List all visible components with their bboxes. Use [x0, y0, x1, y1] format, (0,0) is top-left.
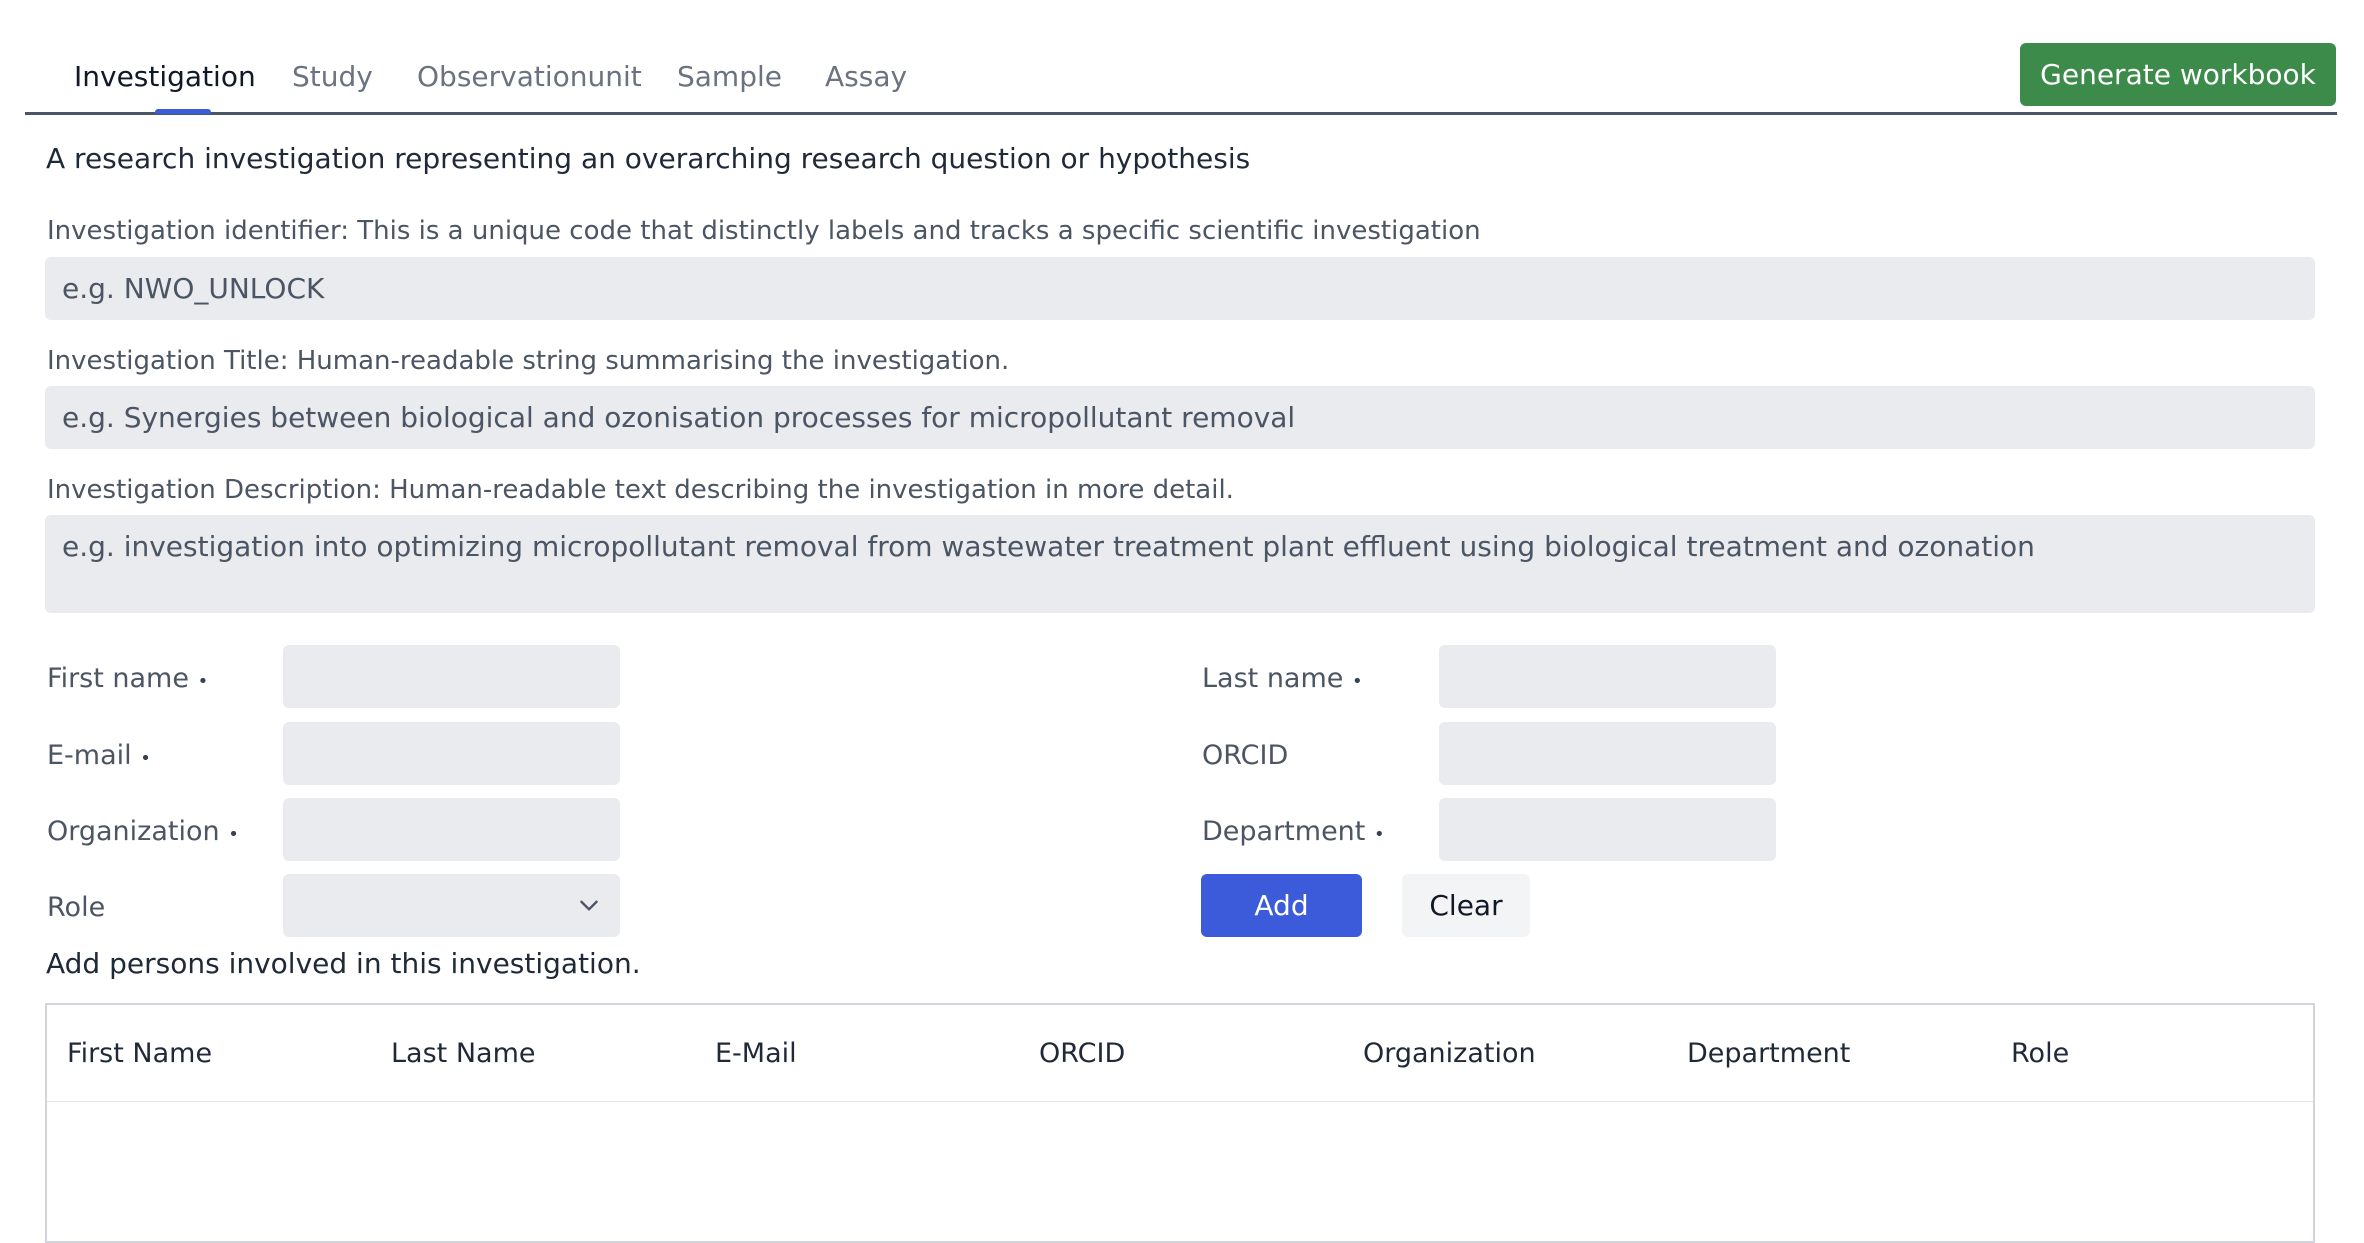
- first-name-label-text: First name: [47, 663, 189, 694]
- investigation-title-label: Investigation Title: Human-readable stri…: [47, 346, 1010, 376]
- chevron-down-icon: [580, 900, 598, 911]
- active-tab-indicator: [155, 109, 211, 114]
- investigation-description-label: Investigation Description: Human-readabl…: [47, 475, 1234, 505]
- persons-table-header: First Name Last Name E-Mail ORCID Organi…: [47, 1005, 2313, 1102]
- tab-study[interactable]: Study: [292, 60, 373, 93]
- last-name-input[interactable]: [1439, 645, 1776, 708]
- column-role[interactable]: Role: [2011, 1038, 2069, 1069]
- column-organization[interactable]: Organization: [1363, 1038, 1536, 1069]
- tab-bar: Investigation Study Observationunit Samp…: [25, 40, 2337, 115]
- column-department[interactable]: Department: [1687, 1038, 1850, 1069]
- column-email[interactable]: E-Mail: [715, 1038, 797, 1069]
- tab-observationunit[interactable]: Observationunit: [417, 60, 642, 93]
- tab-sample[interactable]: Sample: [677, 60, 782, 93]
- required-marker: •: [1352, 671, 1363, 692]
- organization-label: Organization •: [47, 816, 239, 847]
- investigation-page: Investigation Study Observationunit Samp…: [0, 0, 2364, 1243]
- department-label: Department •: [1202, 816, 1385, 847]
- required-marker: •: [140, 748, 151, 769]
- section-description: A research investigation representing an…: [46, 142, 1251, 175]
- column-first-name[interactable]: First Name: [67, 1038, 212, 1069]
- tab-investigation[interactable]: Investigation: [74, 60, 256, 93]
- orcid-label: ORCID: [1202, 740, 1289, 771]
- persons-table: First Name Last Name E-Mail ORCID Organi…: [45, 1003, 2315, 1243]
- clear-person-button[interactable]: Clear: [1402, 874, 1530, 937]
- organization-input[interactable]: [283, 798, 620, 861]
- persons-hint: Add persons involved in this investigati…: [46, 947, 641, 980]
- first-name-input[interactable]: [283, 645, 620, 708]
- investigation-title-input[interactable]: [45, 386, 2315, 449]
- last-name-label-text: Last name: [1202, 663, 1344, 694]
- required-marker: •: [228, 824, 239, 845]
- investigation-description-textarea[interactable]: [45, 515, 2315, 613]
- role-select[interactable]: [283, 874, 620, 937]
- orcid-input[interactable]: [1439, 722, 1776, 785]
- add-person-button[interactable]: Add: [1201, 874, 1362, 937]
- email-label: E-mail •: [47, 740, 151, 771]
- role-label: Role: [47, 892, 106, 923]
- required-marker: •: [1373, 824, 1385, 845]
- tab-assay[interactable]: Assay: [825, 60, 907, 93]
- investigation-identifier-input[interactable]: [45, 257, 2315, 320]
- organization-label-text: Organization: [47, 816, 220, 847]
- column-last-name[interactable]: Last Name: [391, 1038, 535, 1069]
- email-label-text: E-mail: [47, 740, 132, 771]
- generate-workbook-button[interactable]: Generate workbook: [2020, 43, 2336, 106]
- required-marker: •: [197, 671, 209, 692]
- investigation-identifier-label: Investigation identifier: This is a uniq…: [47, 216, 1481, 246]
- last-name-label: Last name •: [1202, 663, 1363, 694]
- department-label-text: Department: [1202, 816, 1366, 847]
- column-orcid[interactable]: ORCID: [1039, 1038, 1125, 1069]
- email-input[interactable]: [283, 722, 620, 785]
- first-name-label: First name •: [47, 663, 208, 694]
- department-input[interactable]: [1439, 798, 1776, 861]
